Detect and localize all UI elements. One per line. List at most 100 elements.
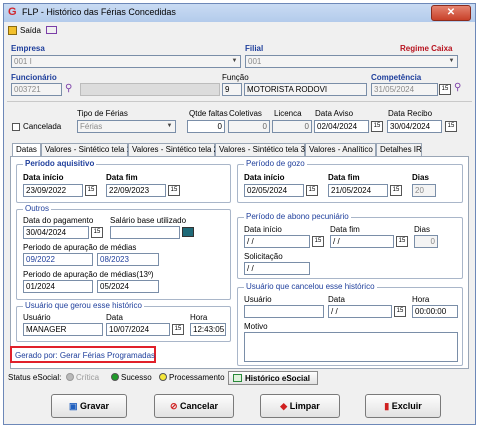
gray-dot-icon — [66, 373, 74, 381]
calendar-icon[interactable]: 15 — [91, 227, 103, 238]
limpar-button[interactable]: ◆ Limpar — [260, 394, 340, 418]
data-recibo-label: Data Recibo — [388, 109, 433, 118]
aquisitivo-inicio-field[interactable]: 23/09/2022 — [23, 184, 83, 197]
filial-value: 001 — [248, 57, 262, 66]
data-aviso-field[interactable]: 02/04/2024 — [314, 120, 369, 133]
search-icon[interactable]: ⚲ — [454, 82, 461, 93]
funcionario-code-field[interactable]: 003721 — [11, 83, 62, 96]
calendar-icon[interactable]: 15 — [439, 84, 451, 95]
gerou-data-value: 10/07/2024 — [109, 325, 150, 334]
funcionario-label: Funcionário — [11, 73, 57, 82]
processamento-status: Processamento — [159, 373, 225, 382]
screen-icon[interactable] — [46, 26, 57, 34]
gozo-inicio-field[interactable]: 02/05/2024 — [244, 184, 304, 197]
tab-detalhes-ir[interactable]: Detalhes IR — [376, 143, 422, 156]
calendar-icon[interactable]: 15 — [168, 185, 180, 196]
apuracao-to-field[interactable]: 08/2023 — [97, 253, 159, 266]
filial-label: Filial — [245, 44, 264, 53]
historico-esocial-button[interactable]: Histórico eSocial — [228, 371, 318, 385]
limpar-label: Limpar — [289, 401, 320, 411]
periodo-aquisitivo-title: Período aquisitivo — [23, 159, 97, 168]
gozo-fim-value: 21/05/2024 — [331, 186, 372, 195]
processamento-label: Processamento — [169, 373, 225, 382]
gozo-fim-field[interactable]: 21/05/2024 — [328, 184, 388, 197]
filial-select[interactable]: 001 ▼ — [245, 55, 458, 68]
calendar-icon[interactable]: 15 — [390, 185, 402, 196]
tipo-ferias-select[interactable]: Férias ▼ — [77, 120, 176, 133]
tab-sintetico-2[interactable]: Valores - Sintético tela 2 — [128, 143, 218, 156]
competencia-field[interactable]: 31/05/2024 — [371, 83, 438, 96]
gerou-usuario-label: Usuário — [23, 313, 51, 322]
tipo-ferias-label: Tipo de Férias — [77, 109, 128, 118]
gerou-data-field: 10/07/2024 — [106, 323, 170, 336]
gerou-usuario-field: MANAGER — [23, 323, 103, 336]
abono-dias-label: Dias — [414, 225, 431, 234]
gozo-fim-label: Data fim — [328, 173, 360, 182]
qtde-faltas-field[interactable]: 0 — [187, 120, 225, 133]
aquisitivo-fim-value: 22/09/2023 — [109, 186, 150, 195]
tab-sintetico-3[interactable]: Valores - Sintético tela 3 — [215, 143, 305, 156]
abono-inicio-label: Data início — [244, 225, 282, 234]
apuracao13-to-field[interactable]: 05/2024 — [97, 280, 159, 293]
close-button[interactable]: ✕ — [431, 5, 471, 21]
calendar-icon[interactable]: 15 — [312, 236, 324, 247]
cancelada-label: Cancelada — [23, 122, 62, 131]
data-aviso-label: Data Aviso — [315, 109, 354, 118]
gozo-dias-label: Dias — [412, 173, 429, 182]
abono-fim-field[interactable]: / / — [330, 235, 394, 248]
green-dot-icon — [111, 373, 119, 381]
calendar-icon[interactable]: 15 — [396, 236, 408, 247]
apuracao-label: Periodo de apuração de médias — [23, 243, 137, 252]
funcao-code-field: 9 — [222, 83, 242, 96]
apuracao13-from-field[interactable]: 01/2024 — [23, 280, 93, 293]
cancelar-button[interactable]: ⊘ Cancelar — [154, 394, 234, 418]
gerou-hora-value: 12:43:05 — [193, 325, 225, 334]
coletivas-label: Coletivas — [229, 109, 262, 118]
calendar-icon[interactable]: 15 — [85, 185, 97, 196]
abono-solic-label: Solicitação — [244, 252, 283, 261]
calendar-icon[interactable]: 15 — [445, 121, 457, 132]
gerado-por-text: Gerado por: Gerar Férias Programadas — [15, 351, 156, 360]
salario-field[interactable] — [110, 226, 180, 239]
funcao-label: Função — [222, 73, 249, 82]
motivo-field[interactable] — [244, 332, 458, 362]
aquisitivo-fim-field[interactable]: 22/09/2023 — [106, 184, 166, 197]
empresa-select[interactable]: 001 I ▼ — [11, 55, 241, 68]
sucesso-label: Sucesso — [121, 373, 152, 382]
calendar-icon[interactable]: 15 — [172, 324, 184, 335]
apuracao-from-field[interactable]: 09/2022 — [23, 253, 93, 266]
tab-analitico[interactable]: Valores - Analítico — [305, 143, 376, 156]
abono-solic-field[interactable]: / / — [244, 262, 310, 275]
calculator-icon[interactable] — [182, 227, 194, 237]
cancelou-hora-value: 00:00:00 — [415, 307, 447, 316]
competencia-label: Competência — [371, 73, 422, 82]
gravar-label: Gravar — [80, 401, 110, 411]
gravar-button[interactable]: ▣ Gravar — [51, 394, 127, 418]
cancelou-hora-field: 00:00:00 — [412, 305, 458, 318]
critica-status: Crítica — [66, 373, 99, 382]
critica-label: Crítica — [76, 373, 100, 382]
cancelada-checkbox[interactable] — [12, 123, 20, 131]
funcao-name: MOTORISTA RODOVI — [247, 85, 328, 94]
cancelou-title: Usuário que cancelou esse histórico — [244, 282, 377, 291]
save-icon: ▣ — [68, 401, 78, 411]
calendar-icon[interactable]: 15 — [394, 306, 406, 317]
abono-inicio-field[interactable]: / / — [244, 235, 310, 248]
tab-datas[interactable]: Datas — [12, 143, 41, 157]
outros-title: Outros — [23, 204, 52, 213]
search-icon[interactable]: ⚲ — [65, 83, 72, 94]
apuracao13-label: Periodo de apuração de médias(13º) — [23, 270, 154, 279]
pagamento-field[interactable]: 30/04/2024 — [23, 226, 89, 239]
chevron-down-icon: ▼ — [231, 58, 238, 64]
gozo-inicio-label: Data início — [244, 173, 285, 182]
cancelou-usuario-field — [244, 305, 324, 318]
exit-button[interactable]: Saída — [20, 26, 41, 35]
calendar-icon[interactable]: 15 — [306, 185, 318, 196]
gerou-usuario-value: MANAGER — [26, 325, 67, 334]
calendar-icon[interactable]: 15 — [371, 121, 383, 132]
tab-sintetico-1[interactable]: Valores - Sintético tela 1 — [41, 143, 131, 156]
excluir-button[interactable]: ▮ Excluir — [365, 394, 441, 418]
data-recibo-field[interactable]: 30/04/2024 — [387, 120, 442, 133]
apuracao13-from-value: 01/2024 — [26, 282, 55, 291]
esocial-status-label: Status eSocial: — [8, 373, 62, 382]
